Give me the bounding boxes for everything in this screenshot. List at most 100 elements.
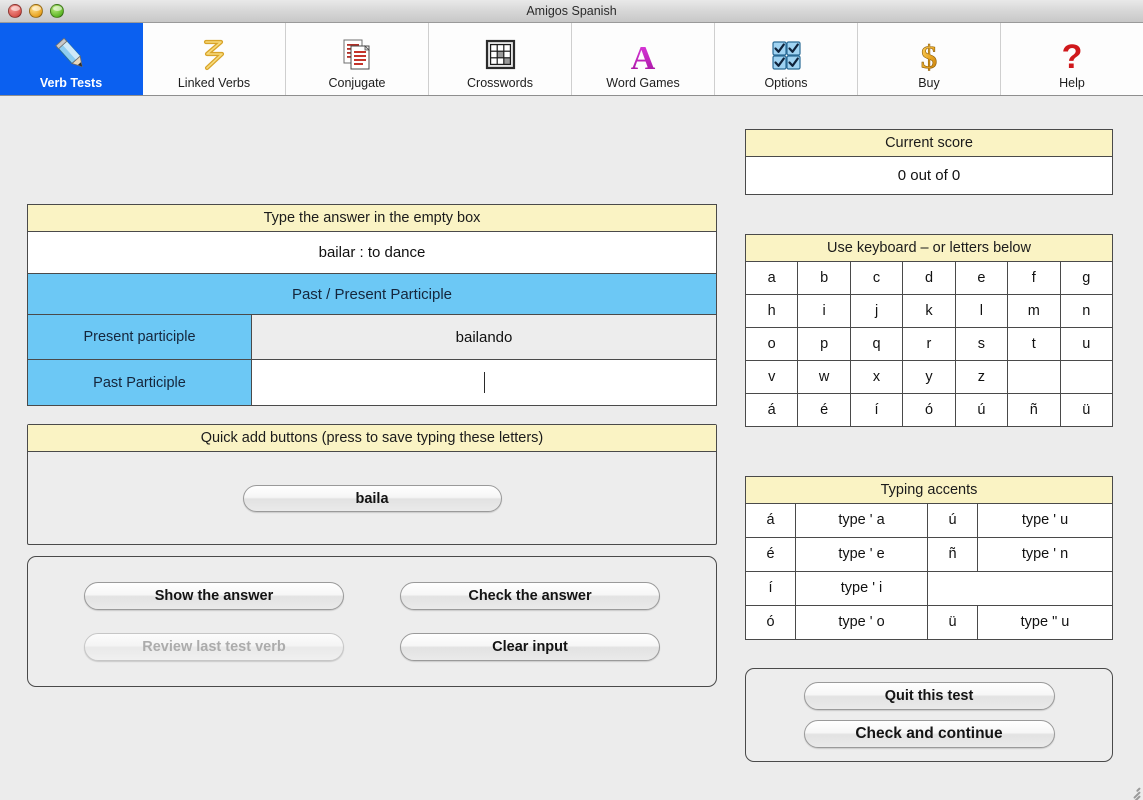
tab-verb-tests[interactable]: Verb Tests xyxy=(0,23,143,95)
tab-help[interactable]: ? Help xyxy=(1001,23,1143,95)
accent-char-left: í xyxy=(746,572,796,605)
title-bar: Amigos Spanish xyxy=(0,0,1143,23)
quick-add-panel: Quick add buttons (press to save typing … xyxy=(27,424,717,545)
pencil-icon xyxy=(51,36,91,74)
keyboard-key-o[interactable]: o xyxy=(746,328,799,360)
keyboard-key-z[interactable]: z xyxy=(955,361,1009,393)
documents-icon xyxy=(339,36,375,74)
keyboard-key-i[interactable]: i xyxy=(798,295,851,327)
keyboard-key-empty xyxy=(1008,361,1061,393)
application-window: Amigos Spanish Verb Tests Linked Verbs C… xyxy=(0,0,1143,800)
keyboard-key-empty xyxy=(1060,361,1112,393)
keyboard-row: abcdefg xyxy=(746,262,1112,295)
keyboard-key-ñ[interactable]: ñ xyxy=(1008,394,1061,426)
quick-add-button-baila[interactable]: baila xyxy=(242,485,502,512)
keyboard-key-ü[interactable]: ü xyxy=(1060,394,1112,426)
keyboard-key-a[interactable]: a xyxy=(746,262,799,294)
keyboard-key-n[interactable]: n xyxy=(1060,295,1112,327)
checkboxes-icon xyxy=(767,36,805,74)
keyboard-key-w[interactable]: w xyxy=(798,361,851,393)
grid-icon xyxy=(482,36,518,74)
accent-char-left: é xyxy=(746,538,796,571)
show-answer-button[interactable]: Show the answer xyxy=(84,582,344,611)
svg-text:$: $ xyxy=(921,40,938,73)
letter-a-icon: A xyxy=(626,36,660,74)
tab-buy[interactable]: $ Buy xyxy=(858,23,1001,95)
bottom-actions-panel: Quit this test Check and continue xyxy=(745,668,1113,762)
verb-test-title: Type the answer in the empty box xyxy=(28,205,716,232)
linked-verbs-icon xyxy=(197,36,231,74)
keyboard-key-h[interactable]: h xyxy=(746,295,799,327)
accent-hint-left: type ' a xyxy=(796,504,928,537)
keyboard-key-á[interactable]: á xyxy=(746,394,799,426)
keyboard-key-j[interactable]: j xyxy=(850,295,904,327)
keyboard-row: vwxyz xyxy=(746,361,1112,394)
tab-label: Conjugate xyxy=(328,76,386,90)
keyboard-key-q[interactable]: q xyxy=(850,328,904,360)
question-mark-icon: ? xyxy=(1057,36,1087,74)
typing-accents-row: ó type ' o ü type " u xyxy=(746,606,1112,639)
accent-char-right: ñ xyxy=(928,538,978,571)
keyboard-key-p[interactable]: p xyxy=(798,328,851,360)
present-participle-label: Present participle xyxy=(28,315,252,359)
accent-hint-left: type ' e xyxy=(796,538,928,571)
typing-accents-title: Typing accents xyxy=(746,477,1112,504)
keyboard-key-l[interactable]: l xyxy=(955,295,1009,327)
dollar-icon: $ xyxy=(914,36,944,74)
keyboard-key-m[interactable]: m xyxy=(1008,295,1061,327)
typing-accents-row: í type ' i xyxy=(746,572,1112,606)
letter-keyboard-panel: Use keyboard – or letters below abcdefgh… xyxy=(745,234,1113,427)
verb-prompt: bailar : to dance xyxy=(28,232,716,274)
keyboard-key-ó[interactable]: ó xyxy=(903,394,956,426)
check-answer-button[interactable]: Check the answer xyxy=(400,582,660,611)
typing-accents-panel: Typing accents á type ' a ú type ' u é type '… xyxy=(745,476,1113,640)
keyboard-key-ú[interactable]: ú xyxy=(955,394,1009,426)
tab-word-games[interactable]: A Word Games xyxy=(572,23,715,95)
keyboard-key-v[interactable]: v xyxy=(746,361,799,393)
tab-label: Verb Tests xyxy=(39,76,103,90)
tab-label: Help xyxy=(1059,76,1085,90)
past-participle-label: Past Participle xyxy=(28,360,252,405)
keyboard-key-k[interactable]: k xyxy=(903,295,956,327)
accent-char-right: ú xyxy=(928,504,978,537)
present-participle-row: Present participle bailando xyxy=(28,315,716,360)
accent-hint-left: type ' i xyxy=(796,572,928,605)
keyboard-key-í[interactable]: í xyxy=(850,394,904,426)
keyboard-key-g[interactable]: g xyxy=(1060,262,1112,294)
tab-crosswords[interactable]: Crosswords xyxy=(429,23,572,95)
keyboard-key-f[interactable]: f xyxy=(1008,262,1061,294)
check-and-continue-button[interactable]: Check and continue xyxy=(803,720,1055,748)
current-score-value: 0 out of 0 xyxy=(746,157,1112,194)
keyboard-key-t[interactable]: t xyxy=(1008,328,1061,360)
accent-hint-right: type ' n xyxy=(978,538,1112,571)
review-last-test-verb-button: Review last test verb xyxy=(84,632,344,661)
verb-test-panel: Type the answer in the empty box bailar … xyxy=(27,204,717,406)
clear-input-button[interactable]: Clear input xyxy=(400,632,660,661)
keyboard-key-r[interactable]: r xyxy=(903,328,956,360)
accent-char-left: ó xyxy=(746,606,796,639)
quit-this-test-button[interactable]: Quit this test xyxy=(803,682,1055,710)
keyboard-key-d[interactable]: d xyxy=(903,262,956,294)
keyboard-key-s[interactable]: s xyxy=(955,328,1009,360)
keyboard-key-e[interactable]: e xyxy=(955,262,1009,294)
keyboard-key-y[interactable]: y xyxy=(903,361,956,393)
svg-text:A: A xyxy=(631,40,656,73)
tab-linked-verbs[interactable]: Linked Verbs xyxy=(143,23,286,95)
present-participle-value: bailando xyxy=(252,315,716,359)
keyboard-key-c[interactable]: c xyxy=(850,262,904,294)
keyboard-key-b[interactable]: b xyxy=(798,262,851,294)
current-score-panel: Current score 0 out of 0 xyxy=(745,129,1113,195)
keyboard-row: áéíóúñü xyxy=(746,394,1112,426)
tab-options[interactable]: Options xyxy=(715,23,858,95)
tab-conjugate[interactable]: Conjugate xyxy=(286,23,429,95)
current-score-title: Current score xyxy=(746,130,1112,157)
verb-section-header: Past / Present Participle xyxy=(28,274,716,315)
tab-label: Buy xyxy=(918,76,940,90)
keyboard-key-x[interactable]: x xyxy=(850,361,904,393)
accent-hint-left: type ' o xyxy=(796,606,928,639)
past-participle-input[interactable] xyxy=(252,360,716,405)
keyboard-key-u[interactable]: u xyxy=(1060,328,1112,360)
keyboard-key-é[interactable]: é xyxy=(798,394,851,426)
accent-hint-right: type ' u xyxy=(978,504,1112,537)
resize-grip[interactable] xyxy=(1126,783,1141,800)
